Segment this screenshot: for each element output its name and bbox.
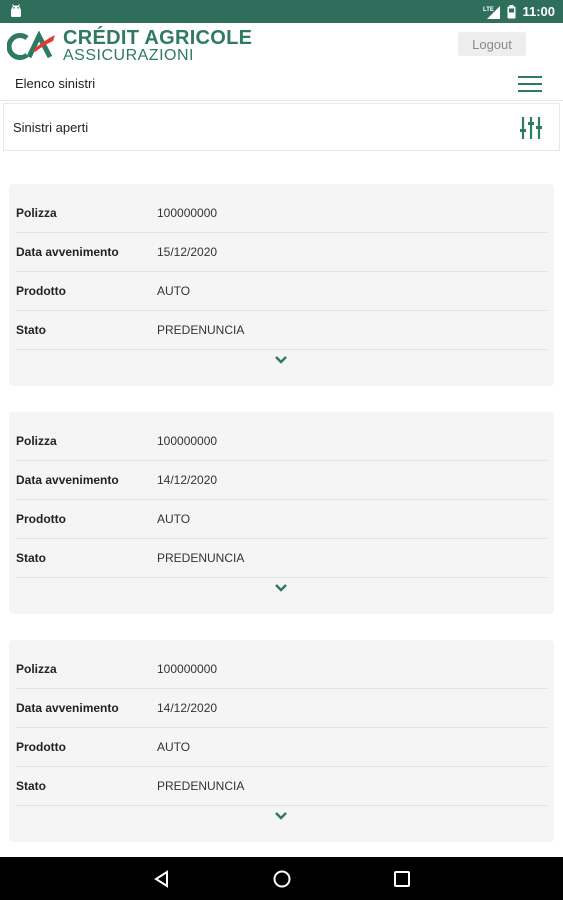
row-polizza: Polizza 100000000	[16, 650, 547, 689]
value-stato: PREDENUNCIA	[157, 779, 245, 793]
signal-label: LTE	[483, 7, 494, 13]
label-prodotto: Prodotto	[16, 512, 66, 526]
menu-icon[interactable]	[518, 74, 542, 94]
label-data-avvenimento: Data avvenimento	[16, 245, 119, 259]
system-navigation-bar	[0, 857, 563, 900]
row-data-avvenimento: Data avvenimento 14/12/2020	[16, 689, 547, 728]
status-bar: LTE 11:00	[0, 0, 563, 23]
label-stato: Stato	[16, 323, 46, 337]
label-stato: Stato	[16, 551, 46, 565]
page-title: Elenco sinistri	[15, 76, 96, 91]
value-data-avvenimento: 15/12/2020	[157, 245, 218, 259]
claim-card: Polizza 100000000 Data avvenimento 15/12…	[9, 184, 554, 386]
credit-agricole-logo-icon	[7, 31, 55, 60]
row-stato: Stato PREDENUNCIA	[16, 539, 547, 578]
value-prodotto: AUTO	[157, 512, 191, 526]
claims-list: Polizza 100000000 Data avvenimento 15/12…	[0, 152, 563, 857]
label-prodotto: Prodotto	[16, 740, 66, 754]
chevron-down-icon[interactable]	[273, 810, 289, 822]
brand-subtitle: ASSICURAZIONI	[63, 47, 194, 64]
recents-icon[interactable]	[391, 868, 413, 890]
filter-icon[interactable]	[519, 115, 543, 141]
brand-logo: CRÉDIT AGRICOLE ASSICURAZIONI	[7, 27, 253, 64]
row-prodotto: Prodotto AUTO	[16, 728, 547, 767]
battery-icon	[507, 4, 516, 18]
label-polizza: Polizza	[16, 662, 57, 676]
row-data-avvenimento: Data avvenimento 15/12/2020	[16, 233, 547, 272]
cell-signal-icon: LTE	[483, 5, 501, 19]
row-prodotto: Prodotto AUTO	[16, 500, 547, 539]
value-data-avvenimento: 14/12/2020	[157, 701, 218, 715]
label-prodotto: Prodotto	[16, 284, 66, 298]
chevron-down-icon[interactable]	[273, 582, 289, 594]
value-prodotto: AUTO	[157, 740, 191, 754]
label-polizza: Polizza	[16, 434, 57, 448]
row-stato: Stato PREDENUNCIA	[16, 311, 547, 350]
value-prodotto: AUTO	[157, 284, 191, 298]
label-polizza: Polizza	[16, 206, 57, 220]
label-data-avvenimento: Data avvenimento	[16, 473, 119, 487]
row-stato: Stato PREDENUNCIA	[16, 767, 547, 806]
row-prodotto: Prodotto AUTO	[16, 272, 547, 311]
row-polizza: Polizza 100000000	[16, 194, 547, 233]
label-data-avvenimento: Data avvenimento	[16, 701, 119, 715]
row-data-avvenimento: Data avvenimento 14/12/2020	[16, 461, 547, 500]
value-stato: PREDENUNCIA	[157, 551, 245, 565]
home-icon[interactable]	[271, 868, 293, 890]
row-polizza: Polizza 100000000	[16, 422, 547, 461]
value-polizza: 100000000	[157, 434, 218, 448]
app-header: CRÉDIT AGRICOLE ASSICURAZIONI Logout	[0, 23, 563, 68]
label-stato: Stato	[16, 779, 46, 793]
value-polizza: 100000000	[157, 662, 218, 676]
logout-button[interactable]: Logout	[458, 32, 526, 56]
claim-card: Polizza 100000000 Data avvenimento 14/12…	[9, 412, 554, 614]
value-data-avvenimento: 14/12/2020	[157, 473, 218, 487]
value-polizza: 100000000	[157, 206, 218, 220]
back-icon[interactable]	[151, 868, 173, 890]
claim-card: Polizza 100000000 Data avvenimento 14/12…	[9, 640, 554, 842]
status-time: 11:00	[522, 4, 555, 19]
brand-name: CRÉDIT AGRICOLE	[63, 27, 253, 49]
nav-bar: Elenco sinistri	[0, 68, 563, 101]
section-title: Sinistri aperti	[13, 120, 89, 135]
section-header: Sinistri aperti	[3, 103, 560, 151]
android-notification-icon	[11, 4, 21, 17]
value-stato: PREDENUNCIA	[157, 323, 245, 337]
chevron-down-icon[interactable]	[273, 354, 289, 366]
